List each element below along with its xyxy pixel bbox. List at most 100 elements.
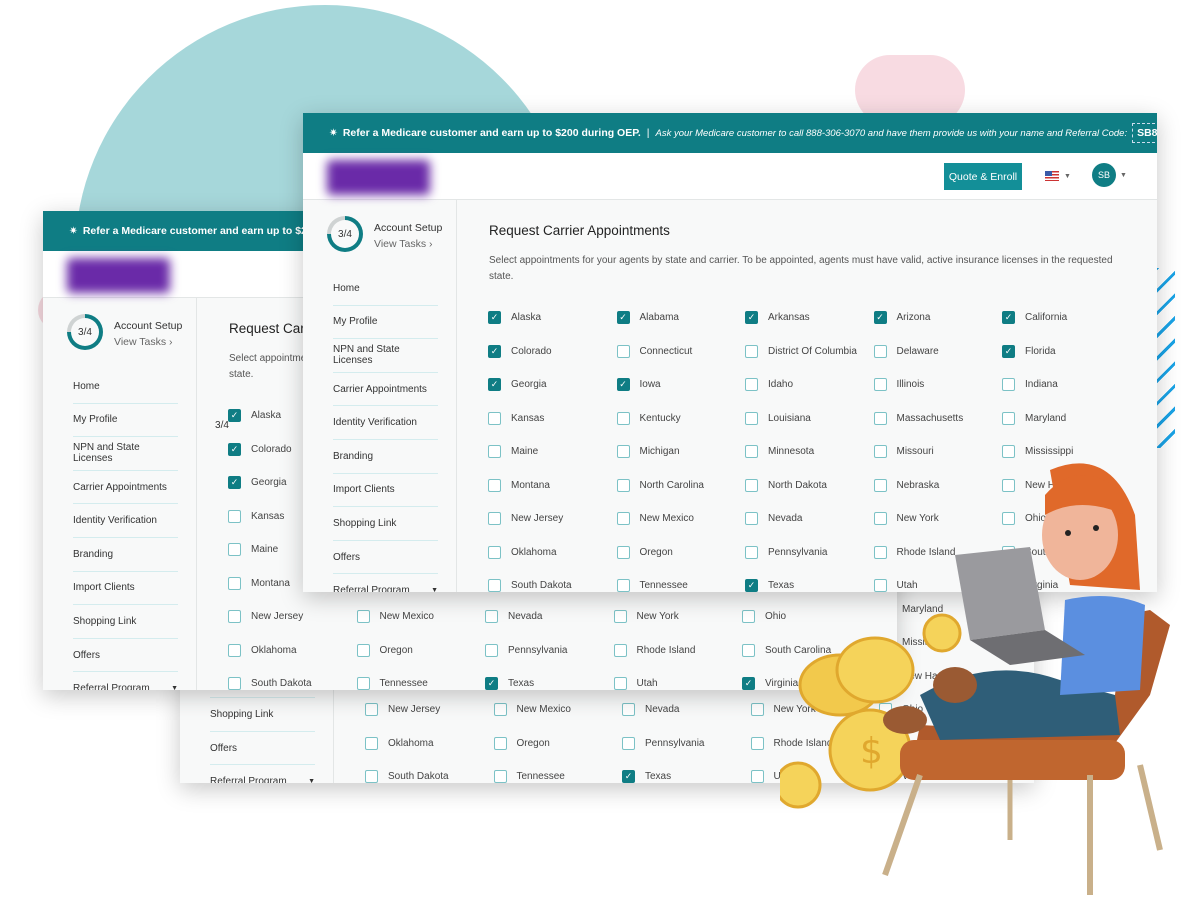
checkbox-unchecked[interactable] (613, 610, 627, 623)
checkbox-unchecked[interactable] (485, 610, 498, 623)
checkbox-unchecked[interactable] (616, 445, 630, 458)
sidebar-item-referral-program[interactable]: Referral Program ▼ (210, 765, 315, 783)
checkbox-unchecked[interactable] (1002, 411, 1015, 425)
state-checkbox-massachusetts[interactable]: Massachusetts (873, 411, 963, 425)
checkbox-unchecked[interactable] (365, 770, 378, 783)
sidebar-item-branding[interactable]: Branding (333, 440, 438, 474)
checkbox-checked[interactable]: ✓ (488, 378, 501, 391)
sidebar-item-shopping-link[interactable]: Shopping Link (210, 698, 315, 732)
checkbox-checked[interactable]: ✓ (228, 442, 241, 456)
sidebar-item-npn-and-state-licenses[interactable]: NPN and State Licenses (333, 339, 438, 373)
checkbox-unchecked[interactable] (228, 576, 241, 590)
checkbox-checked[interactable]: ✓ (622, 770, 635, 783)
checkbox-checked[interactable]: ✓ (488, 311, 501, 324)
state-checkbox-south-dakota[interactable]: South Dakota (228, 677, 312, 690)
sidebar-item-offers[interactable]: Offers (210, 732, 315, 766)
sidebar-item-home[interactable]: Home (333, 272, 438, 306)
checkbox-unchecked[interactable] (228, 543, 241, 556)
checkbox-unchecked[interactable] (493, 770, 507, 783)
chevron-down-icon[interactable]: ▼ (1064, 173, 1071, 180)
checkbox-checked[interactable]: ✓ (745, 579, 758, 592)
checkbox-checked[interactable]: ✓ (228, 476, 241, 489)
state-checkbox-oklahoma[interactable]: Oklahoma (365, 736, 434, 750)
chevron-down-icon[interactable]: ▼ (308, 778, 315, 783)
sidebar-item-shopping-link[interactable]: Shopping Link (73, 605, 178, 639)
checkbox-checked[interactable]: ✓ (616, 378, 630, 391)
checkbox-checked[interactable]: ✓ (745, 311, 758, 324)
state-checkbox-pennsylvania[interactable]: Pennsylvania (622, 736, 704, 750)
sidebar-item-import-clients[interactable]: Import Clients (73, 572, 178, 606)
checkbox-unchecked[interactable] (488, 478, 501, 492)
state-checkbox-kentucky[interactable]: Kentucky (616, 411, 681, 425)
state-checkbox-district-of-columbia[interactable]: District Of Columbia (745, 344, 857, 358)
state-checkbox-texas[interactable]: ✓ Texas (485, 677, 534, 690)
state-checkbox-new-jersey[interactable]: New Jersey (365, 703, 440, 716)
checkbox-unchecked[interactable] (873, 411, 887, 425)
state-checkbox-california[interactable]: ✓ California (1002, 311, 1067, 324)
checkbox-unchecked[interactable] (622, 703, 635, 716)
state-checkbox-montana[interactable]: Montana (228, 576, 290, 590)
state-checkbox-oklahoma[interactable]: Oklahoma (228, 643, 297, 657)
state-checkbox-texas[interactable]: ✓ Texas (622, 770, 671, 783)
state-checkbox-iowa[interactable]: ✓ Iowa (616, 378, 661, 391)
state-checkbox-illinois[interactable]: Illinois (873, 378, 924, 391)
checkbox-unchecked[interactable] (742, 643, 755, 657)
state-checkbox-north-carolina[interactable]: North Carolina (616, 478, 704, 492)
sidebar-item-carrier-appointments[interactable]: Carrier Appointments (73, 471, 178, 505)
state-checkbox-montana[interactable]: Montana (488, 478, 550, 492)
chevron-down-icon[interactable]: ▼ (1120, 172, 1127, 179)
checkbox-unchecked[interactable] (228, 509, 241, 523)
checkbox-unchecked[interactable] (613, 643, 627, 657)
state-checkbox-new-mexico[interactable]: New Mexico (493, 703, 571, 716)
checkbox-unchecked[interactable] (228, 677, 241, 690)
state-checkbox-delaware[interactable]: Delaware (873, 344, 939, 358)
chevron-down-icon[interactable]: ▼ (171, 685, 178, 690)
state-checkbox-alaska[interactable]: ✓ Alaska (488, 311, 541, 324)
state-checkbox-utah[interactable]: Utah (613, 677, 658, 690)
state-checkbox-arkansas[interactable]: ✓ Arkansas (745, 311, 810, 324)
checkbox-unchecked[interactable] (613, 677, 627, 690)
state-checkbox-new-jersey[interactable]: New Jersey (228, 610, 303, 623)
checkbox-unchecked[interactable] (488, 512, 501, 525)
sidebar-item-shopping-link[interactable]: Shopping Link (333, 507, 438, 541)
checkbox-unchecked[interactable] (616, 411, 630, 425)
checkbox-unchecked[interactable] (616, 545, 630, 559)
checkbox-checked[interactable]: ✓ (616, 311, 630, 324)
state-checkbox-rhode-island[interactable]: Rhode Island (613, 643, 695, 657)
checkbox-unchecked[interactable] (745, 344, 758, 358)
checkbox-unchecked[interactable] (745, 378, 758, 391)
state-checkbox-georgia[interactable]: ✓ Georgia (228, 476, 287, 489)
state-checkbox-oregon[interactable]: Oregon (493, 736, 550, 750)
state-checkbox-nevada[interactable]: Nevada (485, 610, 542, 623)
checkbox-unchecked[interactable] (488, 545, 501, 559)
checkbox-unchecked[interactable] (616, 478, 630, 492)
checkbox-checked[interactable]: ✓ (488, 344, 501, 358)
state-checkbox-idaho[interactable]: Idaho (745, 378, 793, 391)
checkbox-unchecked[interactable] (356, 610, 370, 623)
checkbox-unchecked[interactable] (622, 736, 635, 750)
state-checkbox-alabama[interactable]: ✓ Alabama (616, 311, 679, 324)
checkbox-unchecked[interactable] (488, 411, 501, 425)
sidebar-item-my-profile[interactable]: My Profile (73, 404, 178, 438)
checkbox-unchecked[interactable] (745, 478, 758, 492)
view-tasks-link[interactable]: View Tasks › (114, 336, 173, 348)
referral-code[interactable]: SB8487 (1132, 123, 1157, 143)
checkbox-unchecked[interactable] (228, 610, 241, 623)
checkbox-unchecked[interactable] (750, 770, 764, 783)
state-checkbox-arizona[interactable]: ✓ Arizona (873, 311, 930, 324)
checkbox-unchecked[interactable] (356, 677, 370, 690)
sidebar-item-npn-and-state-licenses[interactable]: NPN and State Licenses (73, 437, 178, 471)
checkbox-unchecked[interactable] (742, 610, 755, 623)
checkbox-unchecked[interactable] (485, 643, 498, 657)
sidebar-item-identity-verification[interactable]: Identity Verification (73, 504, 178, 538)
sidebar-item-carrier-appointments[interactable]: Carrier Appointments (333, 373, 438, 407)
state-checkbox-south-dakota[interactable]: South Dakota (488, 579, 572, 592)
state-checkbox-alaska[interactable]: ✓ Alaska (228, 409, 281, 422)
state-checkbox-maryland[interactable]: Maryland (1002, 411, 1066, 425)
brand-logo[interactable] (327, 160, 430, 195)
state-checkbox-nevada[interactable]: Nevada (622, 703, 679, 716)
checkbox-unchecked[interactable] (365, 736, 378, 750)
checkbox-unchecked[interactable] (488, 445, 501, 458)
state-checkbox-new-mexico[interactable]: New Mexico (616, 512, 694, 525)
sidebar-item-import-clients[interactable]: Import Clients (333, 474, 438, 508)
